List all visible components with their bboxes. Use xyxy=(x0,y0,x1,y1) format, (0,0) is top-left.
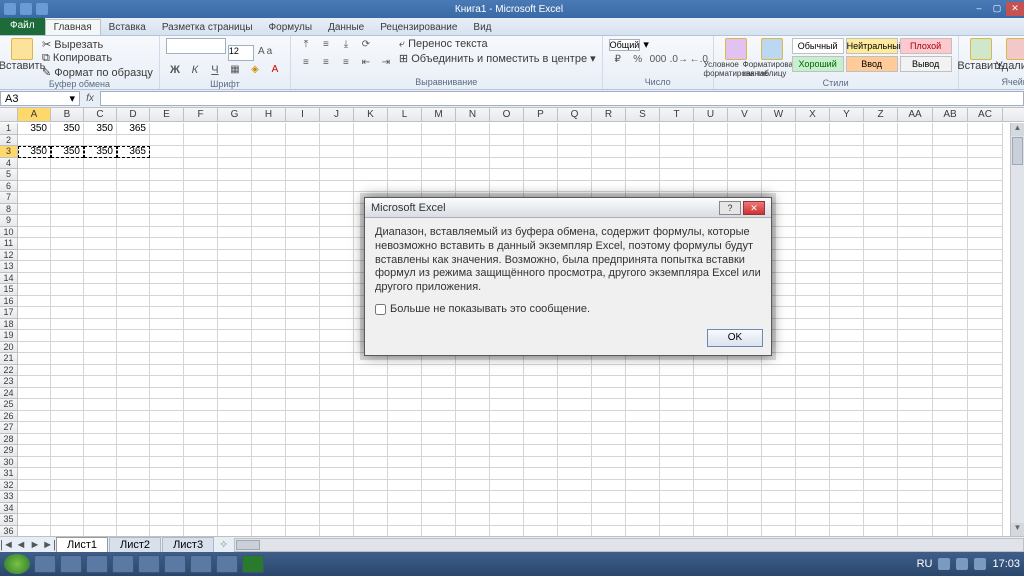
dialog-backdrop: Microsoft Excel ? ✕ Диапазон, вставляемы… xyxy=(0,0,1024,576)
dialog-close-button[interactable]: ✕ xyxy=(743,201,765,215)
dialog-title: Microsoft Excel xyxy=(371,202,446,214)
ok-button[interactable]: OK xyxy=(707,329,763,347)
dialog: Microsoft Excel ? ✕ Диапазон, вставляемы… xyxy=(364,197,772,356)
dialog-help-button[interactable]: ? xyxy=(719,201,741,215)
dialog-titlebar[interactable]: Microsoft Excel ? ✕ xyxy=(365,198,771,218)
dialog-body: Диапазон, вставляемый из буфера обмена, … xyxy=(365,218,771,325)
dialog-checkbox[interactable]: Больше не показывать это сообщение. xyxy=(375,303,761,317)
dialog-message: Диапазон, вставляемый из буфера обмена, … xyxy=(375,226,761,295)
dont-show-checkbox[interactable] xyxy=(375,304,386,315)
